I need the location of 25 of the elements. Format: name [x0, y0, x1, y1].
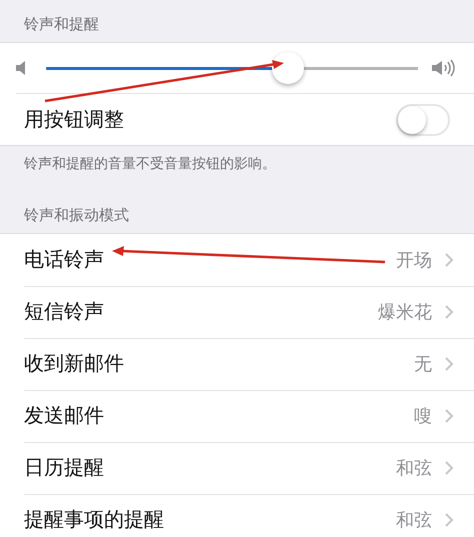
- row-value: 开场: [396, 248, 432, 272]
- speaker-quiet-icon: [16, 61, 26, 75]
- toggle-switch[interactable]: [396, 104, 450, 136]
- chevron-icon: [444, 512, 454, 528]
- chevron-icon: [444, 408, 454, 424]
- row-label: 收到新邮件: [24, 350, 124, 377]
- row-value: 嗖: [414, 404, 432, 428]
- section-header: 铃声和振动模式: [23, 205, 130, 226]
- section-header: 铃声和提醒: [23, 14, 100, 35]
- chevron-icon: [444, 252, 454, 268]
- section-footer: 铃声和提醒的音量不受音量按钮的影响。: [0, 146, 474, 181]
- row-label: 提醒事项的提醒: [24, 506, 164, 533]
- chevron-icon: [444, 460, 454, 476]
- row-value: 和弦: [396, 508, 432, 532]
- row-label: 电话铃声: [24, 246, 104, 273]
- row-value: 无: [414, 352, 432, 376]
- chevron-icon: [444, 304, 454, 320]
- row-value: 爆米花: [378, 300, 432, 324]
- setting-label: 用按钮调整: [24, 106, 125, 133]
- slider-thumb[interactable]: [272, 52, 304, 84]
- row-label: 短信铃声: [24, 298, 104, 325]
- row-label: 日历提醒: [24, 454, 104, 481]
- chevron-icon: [444, 356, 454, 372]
- row-value: 和弦: [396, 456, 432, 480]
- row-label: 发送邮件: [24, 402, 104, 429]
